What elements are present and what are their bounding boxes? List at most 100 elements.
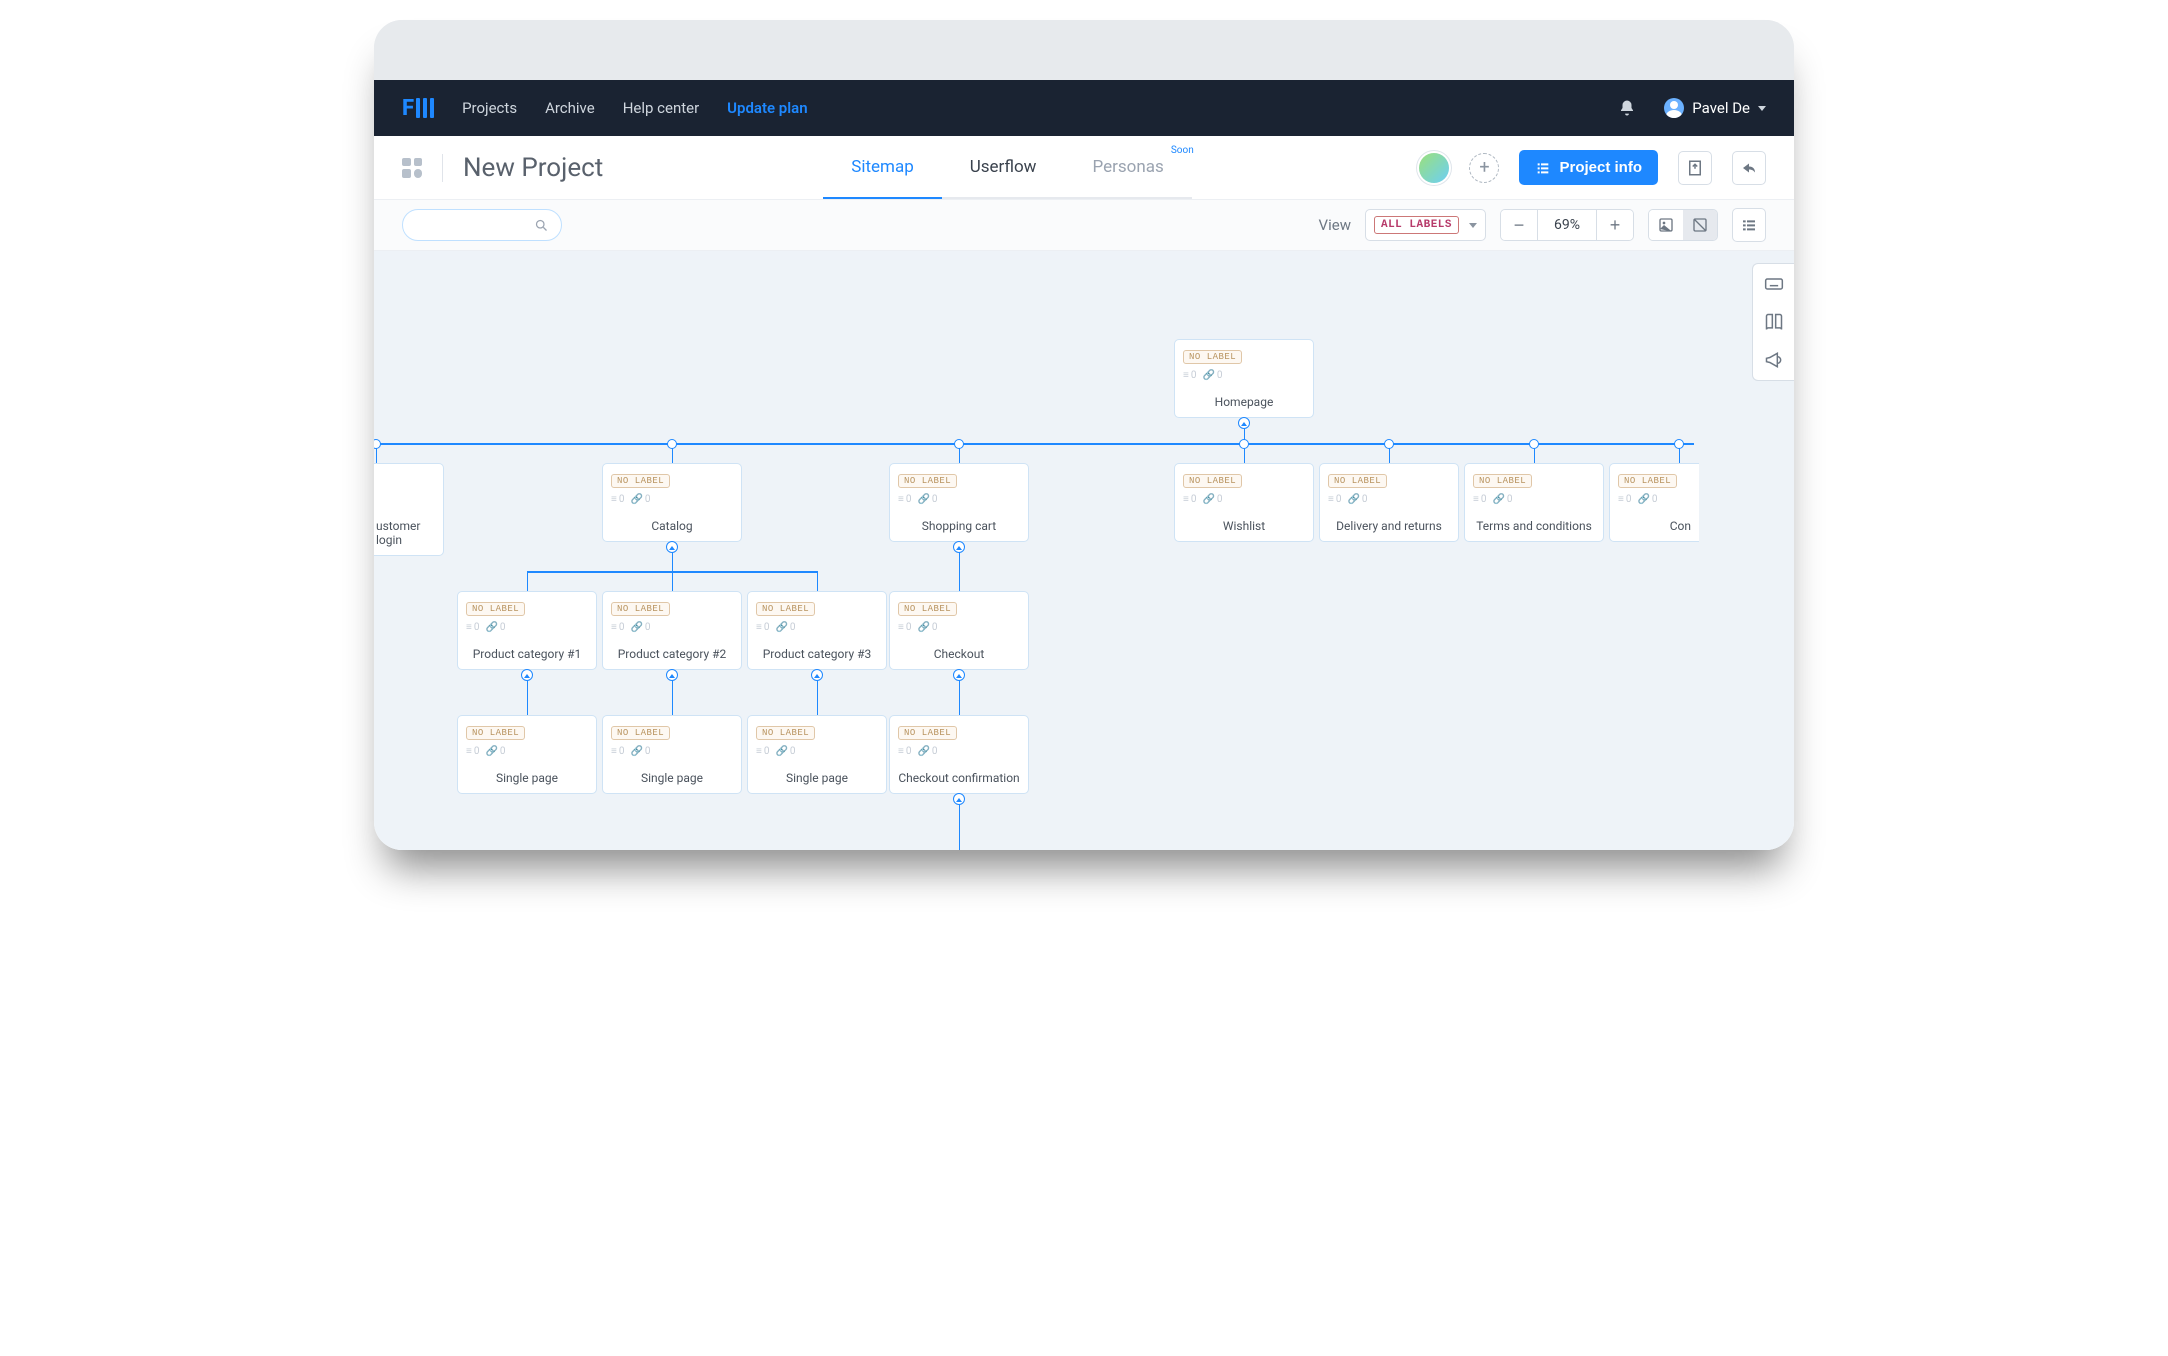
nav-archive[interactable]: Archive bbox=[545, 99, 595, 117]
zoom-control: − 69% + bbox=[1500, 209, 1634, 241]
node-collapse-toggle[interactable] bbox=[811, 669, 823, 681]
zoom-in-button[interactable]: + bbox=[1597, 210, 1633, 240]
project-info-button[interactable]: Project info bbox=[1519, 150, 1658, 185]
structure-view-button[interactable] bbox=[1732, 208, 1766, 242]
node-collapse-toggle[interactable] bbox=[666, 669, 678, 681]
divider bbox=[442, 154, 443, 182]
image-icon bbox=[1658, 217, 1674, 233]
tab-userflow[interactable]: Userflow bbox=[942, 137, 1065, 199]
node-title: Product category #2 bbox=[611, 647, 733, 661]
node-badge: NO LABEL bbox=[898, 726, 957, 740]
user-name: Pavel De bbox=[1692, 99, 1750, 117]
node-terms[interactable]: NO LABEL ≡ 0🔗 0 Terms and conditions bbox=[1464, 463, 1604, 542]
export-icon bbox=[1686, 159, 1704, 177]
keyboard-shortcuts-button[interactable] bbox=[1764, 274, 1784, 294]
node-title: Shopping cart bbox=[898, 519, 1020, 533]
nav-update-plan[interactable]: Update plan bbox=[727, 99, 807, 117]
node-wishlist[interactable]: NO LABEL ≡ 0🔗 0 Wishlist bbox=[1174, 463, 1314, 542]
zoom-out-button[interactable]: − bbox=[1501, 210, 1537, 240]
node-single-page-1[interactable]: NO LABEL ≡ 0🔗 0 Single page bbox=[457, 715, 597, 794]
node-product-cat-3[interactable]: NO LABEL ≡ 0🔗 0 Product category #3 bbox=[747, 591, 887, 670]
node-single-page-2[interactable]: NO LABEL ≡ 0🔗 0 Single page bbox=[602, 715, 742, 794]
node-collapse-toggle[interactable] bbox=[953, 669, 965, 681]
node-checkout[interactable]: NO LABEL ≡ 0🔗 0 Checkout bbox=[889, 591, 1029, 670]
node-title: Terms and conditions bbox=[1473, 519, 1595, 533]
node-collapse-toggle[interactable] bbox=[953, 541, 965, 553]
node-meta: ≡ 0🔗 0 bbox=[611, 622, 733, 633]
tab-personas[interactable]: Personas Soon bbox=[1064, 137, 1191, 199]
node-collapse-toggle[interactable] bbox=[521, 669, 533, 681]
node-badge: NO LABEL bbox=[898, 602, 957, 616]
nav-projects[interactable]: Projects bbox=[462, 99, 517, 117]
node-customer-login[interactable]: NO LABEL 0🔗 0 ustomer login bbox=[374, 463, 444, 556]
announcements-button[interactable] bbox=[1764, 350, 1784, 370]
node-badge: NO LABEL bbox=[1183, 474, 1242, 488]
canvas-toolbar: View ALL LABELS − 69% + bbox=[374, 200, 1794, 251]
node-badge: NO LABEL bbox=[1328, 474, 1387, 488]
export-button[interactable] bbox=[1678, 151, 1712, 185]
node-meta: ≡ 0🔗 0 bbox=[1183, 494, 1305, 505]
thumbnails-off-button[interactable] bbox=[1683, 210, 1717, 240]
tab-sitemap[interactable]: Sitemap bbox=[823, 137, 942, 199]
user-menu[interactable]: Pavel De bbox=[1664, 98, 1766, 118]
node-meta: ≡ 0🔗 0 bbox=[611, 746, 733, 757]
node-badge: NO LABEL bbox=[611, 726, 670, 740]
docs-button[interactable] bbox=[1764, 312, 1784, 332]
node-meta: ≡ 0🔗 0 bbox=[611, 494, 733, 505]
top-nav: F Projects Archive Help center Update pl… bbox=[374, 80, 1794, 136]
node-product-cat-2[interactable]: NO LABEL ≡ 0🔗 0 Product category #2 bbox=[602, 591, 742, 670]
node-homepage[interactable]: NO LABEL ≡ 0🔗 0 Homepage bbox=[1174, 339, 1314, 418]
window-titlebar bbox=[374, 20, 1794, 80]
node-collapse-toggle[interactable] bbox=[666, 541, 678, 553]
node-title: Single page bbox=[466, 771, 588, 785]
notifications-icon[interactable] bbox=[1618, 99, 1636, 117]
node-meta: ≡ 0🔗 0 bbox=[1618, 494, 1691, 505]
dashboard-icon[interactable] bbox=[402, 158, 422, 178]
node-badge: NO LABEL bbox=[1183, 350, 1242, 364]
label-filter[interactable]: ALL LABELS bbox=[1365, 209, 1486, 241]
project-title[interactable]: New Project bbox=[463, 153, 603, 183]
app-logo[interactable]: F bbox=[402, 96, 434, 121]
list-icon bbox=[1535, 160, 1551, 176]
node-badge: NO LABEL bbox=[898, 474, 957, 488]
node-title: Single page bbox=[756, 771, 878, 785]
node-badge: NO LABEL bbox=[756, 602, 815, 616]
thumbnails-on-button[interactable] bbox=[1649, 210, 1683, 240]
node-product-cat-1[interactable]: NO LABEL ≡ 0🔗 0 Product category #1 bbox=[457, 591, 597, 670]
node-shopping-cart[interactable]: NO LABEL ≡ 0🔗 0 Shopping cart bbox=[889, 463, 1029, 542]
node-title: Catalog bbox=[611, 519, 733, 533]
chevron-down-icon bbox=[1469, 223, 1477, 228]
filter-value: ALL LABELS bbox=[1374, 216, 1459, 234]
collaborator-avatar[interactable] bbox=[1419, 153, 1449, 183]
display-toggle bbox=[1648, 209, 1718, 241]
sitemap-canvas[interactable]: NO LABEL ≡ 0🔗 0 Homepage NO LABEL 0🔗 0 u… bbox=[374, 251, 1794, 850]
node-title: Checkout bbox=[898, 647, 1020, 661]
node-meta: ≡ 0🔗 0 bbox=[1183, 370, 1305, 381]
search-input[interactable] bbox=[402, 209, 562, 241]
image-off-icon bbox=[1692, 217, 1708, 233]
node-title: Single page bbox=[611, 771, 733, 785]
node-delivery-returns[interactable]: NO LABEL ≡ 0🔗 0 Delivery and returns bbox=[1319, 463, 1459, 542]
megaphone-icon bbox=[1764, 350, 1784, 370]
side-rail bbox=[1752, 263, 1794, 381]
node-badge: NO LABEL bbox=[756, 726, 815, 740]
add-collaborator-button[interactable]: + bbox=[1469, 153, 1499, 183]
tab-label: Personas bbox=[1092, 157, 1163, 177]
node-meta: ≡ 0🔗 0 bbox=[1328, 494, 1450, 505]
node-collapse-toggle[interactable] bbox=[953, 793, 965, 805]
node-checkout-confirmation[interactable]: NO LABEL ≡ 0🔗 0 Checkout confirmation bbox=[889, 715, 1029, 794]
node-collapse-toggle[interactable] bbox=[1238, 417, 1250, 429]
node-single-page-3[interactable]: NO LABEL ≡ 0🔗 0 Single page bbox=[747, 715, 887, 794]
node-meta: ≡ 0🔗 0 bbox=[756, 622, 878, 633]
node-badge: NO LABEL bbox=[611, 474, 670, 488]
node-title: Con bbox=[1618, 519, 1691, 533]
structure-icon bbox=[1741, 217, 1757, 233]
nav-help-center[interactable]: Help center bbox=[623, 99, 699, 117]
chevron-down-icon bbox=[1758, 106, 1766, 111]
node-title: Checkout confirmation bbox=[898, 771, 1020, 785]
node-meta: ≡ 0🔗 0 bbox=[466, 746, 588, 757]
share-button[interactable] bbox=[1732, 151, 1766, 185]
node-catalog[interactable]: NO LABEL ≡ 0🔗 0 Catalog bbox=[602, 463, 742, 542]
zoom-value: 69% bbox=[1537, 210, 1597, 240]
node-contact[interactable]: NO LABEL ≡ 0🔗 0 Con bbox=[1609, 463, 1699, 542]
